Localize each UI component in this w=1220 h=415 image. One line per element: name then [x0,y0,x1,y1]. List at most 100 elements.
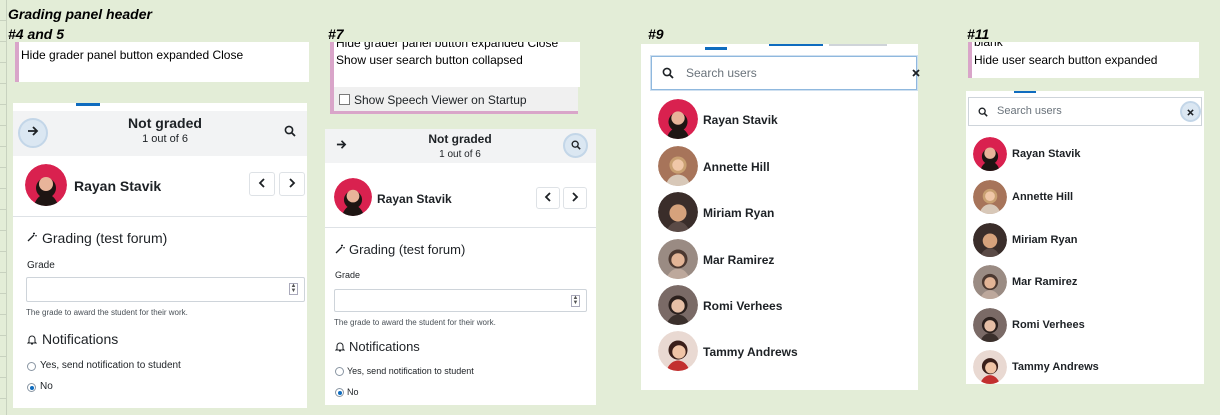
user-list-item[interactable]: Mar Ramirez [703,253,774,267]
sr-line: Show user search button collapsed [336,53,523,67]
grade-help-text: The grade to award the student for their… [26,308,188,317]
magic-wand-icon [27,232,37,242]
screen-reader-output-4-5: Hide grader panel button expanded Close [15,42,309,82]
notifications-section-title: Notifications [42,331,119,347]
user-list-item[interactable]: Rayan Stavik [1012,148,1080,160]
sr-line: Hide grader panel button expanded Close [336,42,559,50]
bell-icon [27,334,37,345]
speech-viewer-bar: Show Speech Viewer on Startup [330,87,578,114]
avatar [658,192,698,232]
grade-spinner[interactable]: ▲ ▼ [571,295,580,307]
spreadsheet-gridlines [0,0,7,415]
avatar [973,180,1007,214]
grade-label: Grade [27,260,55,271]
grading-status: Not graded [428,132,492,146]
search-placeholder: Search users [686,66,757,80]
notify-no-label: No [40,381,53,392]
search-icon [977,106,988,117]
avatar [658,331,698,371]
search-icon [571,137,581,155]
user-list-item[interactable]: Tammy Andrews [703,345,798,359]
user-list-item[interactable]: Miriam Ryan [1012,234,1077,246]
avatar [658,285,698,325]
student-name: Rayan Stavik [377,192,452,206]
divider [325,227,596,228]
page-heading: Grading panel header [8,6,152,22]
notify-no-radio[interactable] [335,388,344,397]
panel-label-7: #7 [328,26,344,42]
user-list-item[interactable]: Mar Ramirez [1012,276,1077,288]
search-icon [662,67,674,79]
avatar [973,308,1007,342]
tab-indicator [769,44,823,46]
screen-reader-output-7: Hide grader panel button expanded Close … [330,42,580,87]
active-tab-indicator [705,47,727,50]
grading-section-title: Grading (test forum) [42,230,168,246]
previous-user-button[interactable] [536,187,560,209]
notify-yes-label: Yes, send notification to student [347,366,474,376]
notify-yes-radio[interactable] [335,367,344,376]
chevron-left-icon [544,189,552,207]
notify-yes-label: Yes, send notification to student [40,360,181,371]
chevron-right-icon [571,189,579,207]
magic-wand-icon [335,244,345,254]
chevron-right-icon [288,175,296,193]
expand-grader-button[interactable] [334,139,348,153]
expand-grader-button[interactable] [18,118,48,148]
user-list-item[interactable]: Romi Verhees [703,299,782,313]
speech-viewer-checkbox[interactable] [339,94,350,105]
avatar [973,350,1007,384]
grader-header: Not graded 1 out of 6 [325,129,596,163]
panel-label-9: #9 [648,26,664,42]
tab-indicator [829,44,887,46]
notify-yes-radio[interactable] [27,362,36,371]
user-search-button[interactable] [281,124,299,142]
grading-section-title: Grading (test forum) [349,242,466,257]
panel-label-4-5: #4 and 5 [8,26,65,42]
grade-help-text: The grade to award the student for their… [334,318,496,327]
avatar [973,223,1007,257]
user-list-item[interactable]: Tammy Andrews [1012,361,1099,373]
avatar [25,164,67,206]
arrow-right-icon [336,137,347,155]
next-user-button[interactable] [563,187,587,209]
bell-icon [335,341,345,352]
user-list-item[interactable]: Miriam Ryan [703,206,774,220]
student-count: 1 out of 6 [142,133,188,145]
grade-spinner[interactable]: ▲ ▼ [289,283,298,295]
grade-input[interactable]: ▲ ▼ [26,277,305,302]
avatar [334,178,372,216]
search-icon [284,124,296,142]
avatar [658,99,698,139]
search-users-field[interactable]: Search users [651,56,920,90]
search-placeholder: Search users [997,105,1062,117]
panel-label-11: #11 [967,26,990,42]
user-list-item[interactable]: Rayan Stavik [703,113,778,127]
avatar [658,146,698,186]
student-name: Rayan Stavik [74,178,162,194]
user-list-item[interactable]: Annette Hill [703,160,770,174]
search-users-field[interactable]: Search users [968,97,1202,126]
sr-line: Hide grader panel button expanded Close [21,48,244,62]
sr-line: Hide user search button expanded [974,53,1158,67]
next-user-button[interactable] [279,172,305,196]
arrow-right-icon [27,124,39,142]
screen-reader-output-11: blank Hide user search button expanded [968,42,1199,78]
clear-search-button[interactable] [1180,101,1201,122]
user-search-button[interactable] [563,133,588,158]
avatar [973,265,1007,299]
avatar [973,137,1007,171]
user-search-panel-9: Search users Rayan Stavik Annette Hill M… [641,44,920,390]
user-list-item[interactable]: Romi Verhees [1012,319,1085,331]
active-tab-indicator [76,103,100,106]
grading-status: Not graded [128,115,202,131]
divider [13,216,307,217]
notify-no-radio[interactable] [27,383,36,392]
chevron-left-icon [258,175,266,193]
user-search-panel-11: Search users Rayan Stavik Annette Hill M… [966,91,1204,384]
previous-user-button[interactable] [249,172,275,196]
grade-input[interactable]: ▲ ▼ [334,289,587,312]
student-count: 1 out of 6 [439,149,481,160]
user-list-item[interactable]: Annette Hill [1012,191,1073,203]
close-icon[interactable] [910,67,922,79]
